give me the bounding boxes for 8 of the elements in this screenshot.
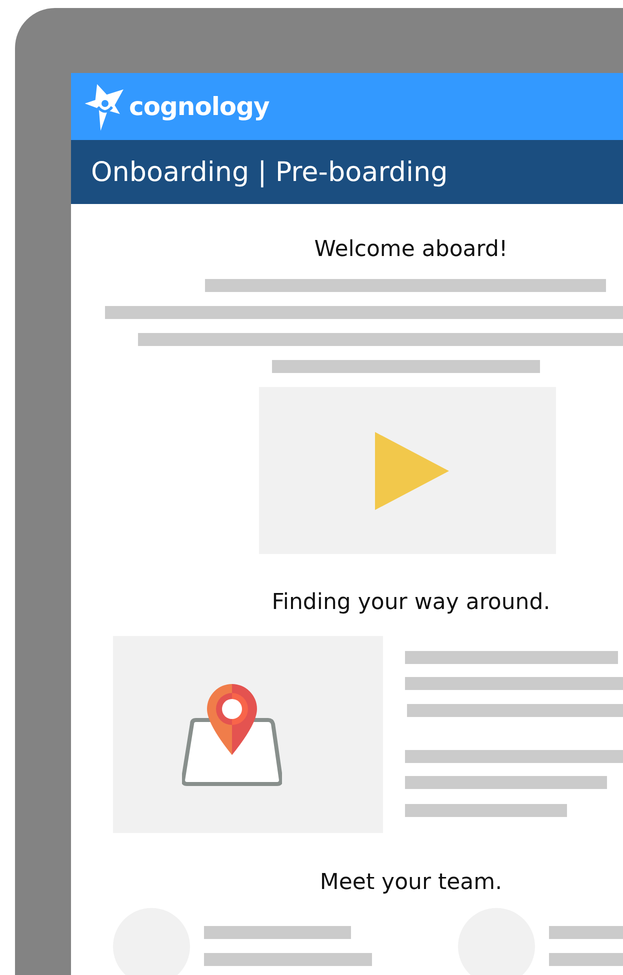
section-heading: Welcome aboard! <box>313 236 509 264</box>
section-heading: Finding your way around. <box>270 589 552 617</box>
play-icon[interactable] <box>374 432 448 510</box>
page-title: Onboarding | Pre-boarding <box>91 156 448 188</box>
map-pin-icon <box>182 684 282 788</box>
section-heading: Meet your team. <box>318 869 504 897</box>
video-player[interactable] <box>259 387 556 554</box>
logo-text: cognology <box>129 92 270 121</box>
